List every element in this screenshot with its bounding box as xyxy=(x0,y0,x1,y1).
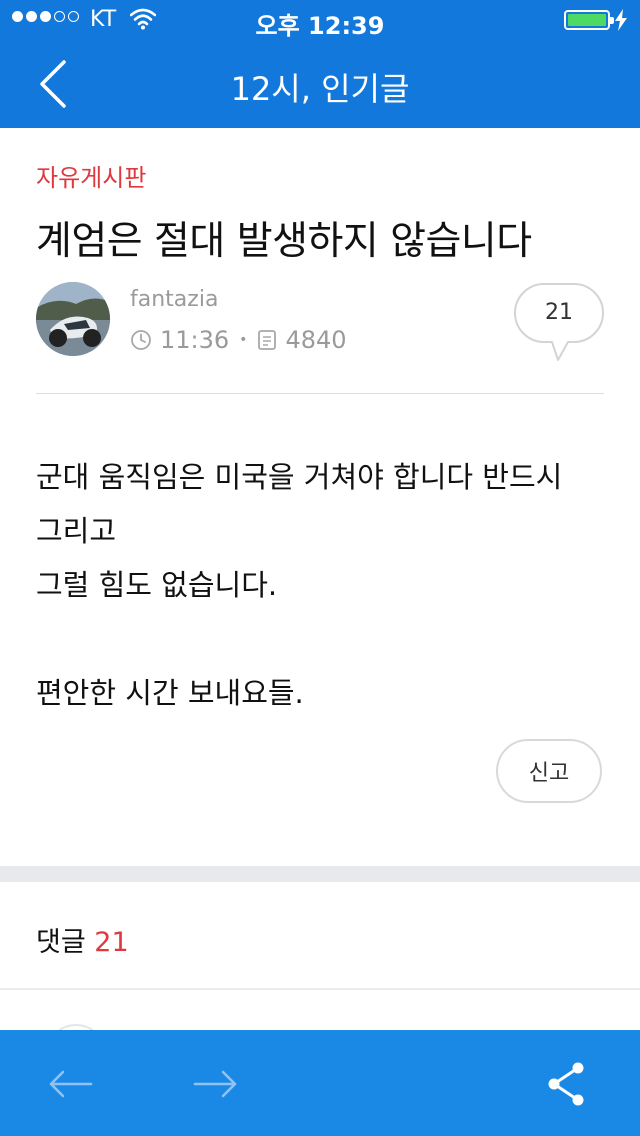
body-line: 그럴 힘도 없습니다. xyxy=(36,568,278,602)
section-separator xyxy=(0,866,640,882)
comment-item-peek xyxy=(36,1016,636,1030)
author-name[interactable]: fantazia xyxy=(130,287,218,312)
comments-divider xyxy=(0,988,640,990)
status-bar: KT 오후 12:39 xyxy=(0,0,640,40)
body-line: 군대 움직임은 미국을 거쳐야 합니다 반드시 xyxy=(36,460,563,494)
post-title: 계엄은 절대 발생하지 않습니다 xyxy=(36,219,532,264)
meta-separator: • xyxy=(239,332,248,348)
view-count: 4840 xyxy=(285,326,347,354)
share-button[interactable] xyxy=(536,1056,596,1112)
previous-post-button[interactable] xyxy=(40,1056,100,1112)
post-body: 군대 움직임은 미국을 거쳐야 합니다 반드시 그리고 그럴 힘도 없습니다. … xyxy=(36,450,616,720)
comments-header: 댓글 21 xyxy=(36,920,129,959)
arrow-right-icon xyxy=(193,1070,237,1098)
navigation-bar: 12시, 인기글 xyxy=(0,40,640,128)
body-line xyxy=(36,612,616,666)
post-meta: 11:36 • 4840 xyxy=(130,326,347,354)
next-post-button[interactable] xyxy=(186,1056,246,1112)
page-title: 12시, 인기글 xyxy=(230,70,410,108)
arrow-left-icon xyxy=(49,1070,93,1098)
body-line: 그리고 xyxy=(36,514,117,548)
header-divider xyxy=(36,393,604,394)
post-time: 11:36 xyxy=(160,326,230,354)
document-icon xyxy=(258,330,277,350)
board-name-link[interactable]: 자유게시판 xyxy=(36,158,146,193)
comments-count: 21 xyxy=(94,927,129,958)
body-line: 편안한 시간 보내요들. xyxy=(36,676,304,710)
charging-bolt-icon xyxy=(614,9,628,35)
report-button[interactable]: 신고 xyxy=(496,739,602,803)
share-icon xyxy=(548,1062,584,1106)
comments-label: 댓글 xyxy=(36,927,86,958)
author-avatar[interactable] xyxy=(36,282,110,356)
comment-count-badge: 21 xyxy=(545,300,573,325)
status-time: 오후 12:39 xyxy=(255,12,385,40)
bottom-toolbar xyxy=(0,1030,640,1136)
battery-icon xyxy=(564,10,614,30)
clock-icon xyxy=(131,330,151,350)
